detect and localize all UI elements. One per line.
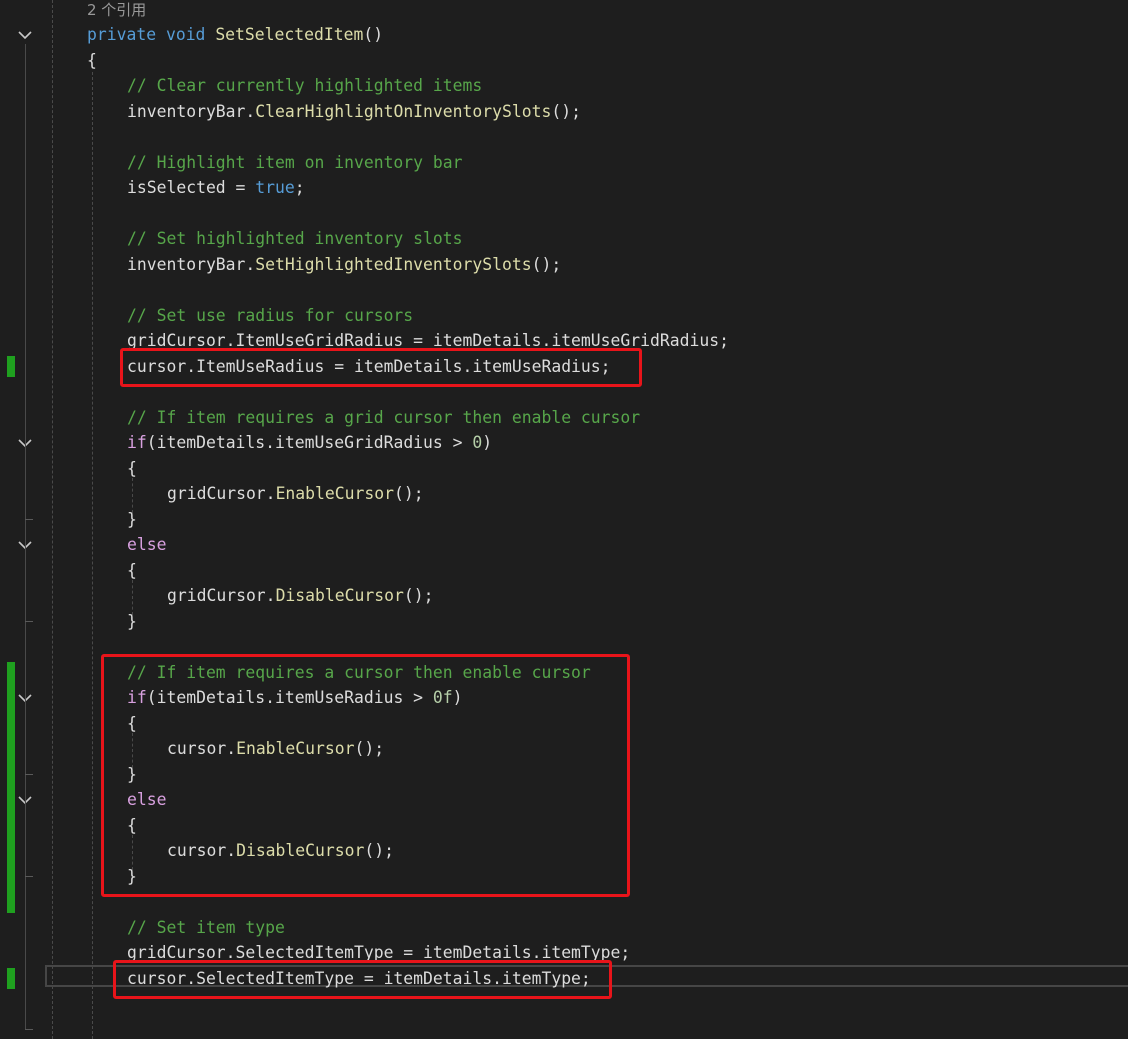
code-token: (); — [403, 586, 434, 605]
comment-token: // Highlight item on inventory bar — [127, 152, 463, 172]
code-token: { — [127, 560, 137, 580]
code-line: { — [127, 456, 137, 482]
code-line: private void SetSelectedItem() — [87, 22, 383, 48]
indent-guide — [52, 0, 53, 1039]
code-token: inventoryBar. — [127, 101, 256, 121]
code-token: isSelected = — [127, 178, 256, 197]
comment-token: // Set use radius for cursors — [127, 305, 414, 325]
code-line: else — [127, 532, 166, 558]
keyword-token: private — [87, 25, 157, 44]
method-token: ClearHighlightOnInventorySlots — [255, 101, 552, 121]
outline-line — [25, 809, 26, 876]
code-line: if(itemDetails.itemUseGridRadius > 0) — [127, 430, 492, 456]
code-token: gridCursor. — [167, 484, 276, 503]
chevron-down-icon[interactable] — [16, 27, 34, 43]
comment-token: // If item requires a grid cursor then e… — [127, 407, 641, 427]
code-line: } — [127, 507, 137, 533]
code-line: { — [87, 48, 97, 74]
code-token: (); — [531, 254, 562, 274]
code-token: (); — [551, 101, 581, 121]
comment-token: // Clear currently highlighted items — [127, 76, 483, 95]
outline-end — [25, 1028, 33, 1030]
code-line: inventoryBar.SetHighlightedInventorySlot… — [127, 252, 561, 278]
change-marker — [7, 355, 15, 377]
code-token: ; — [294, 178, 305, 197]
code-line: // Set item type — [127, 915, 285, 941]
outline-end — [25, 518, 33, 520]
codelens-references[interactable]: 2 个引用 — [87, 0, 146, 22]
change-marker — [7, 661, 15, 913]
code-line: // If item requires a grid cursor then e… — [127, 405, 640, 431]
method-token: SetSelectedItem — [215, 25, 364, 44]
keyword-token: true — [255, 178, 295, 197]
code-line: // Set highlighted inventory slots — [127, 226, 463, 252]
code-token: (itemDetails.itemUseGridRadius > — [146, 433, 473, 452]
code-token: (); — [393, 484, 424, 503]
outline-line — [25, 707, 26, 774]
code-line: } — [127, 609, 137, 635]
keyword-token: void — [165, 25, 206, 44]
comment-token: // Set item type — [127, 917, 285, 937]
outline-end — [25, 875, 33, 877]
code-line: // Clear currently highlighted items — [127, 73, 482, 99]
code-line: // Highlight item on inventory bar — [127, 150, 463, 176]
annotation-box — [101, 653, 630, 897]
code-line: inventoryBar.ClearHighlightOnInventorySl… — [127, 99, 581, 125]
annotation-box — [120, 347, 642, 387]
comment-token: // Set highlighted inventory slots — [127, 229, 463, 248]
outline-line — [25, 452, 26, 519]
editor-gutter — [0, 0, 60, 1039]
code-token: inventoryBar. — [127, 254, 256, 274]
code-line: { — [127, 558, 137, 584]
change-marker — [7, 967, 15, 989]
code-line: isSelected = true; — [127, 175, 305, 201]
outline-line — [25, 554, 26, 621]
control-keyword-token: else — [127, 535, 167, 554]
code-token: } — [127, 509, 137, 529]
code-editor[interactable]: 2 个引用 private void SetSelectedItem(){// C… — [0, 0, 1128, 1039]
code-token: { — [87, 50, 97, 70]
outline-line — [25, 44, 26, 1029]
code-token: () — [363, 25, 384, 44]
method-token: EnableCursor — [275, 484, 394, 503]
number-token: 0 — [472, 433, 483, 452]
code-line: gridCursor.DisableCursor(); — [167, 583, 433, 609]
method-token: DisableCursor — [275, 586, 404, 605]
code-line: gridCursor.EnableCursor(); — [167, 481, 424, 507]
code-token: { — [127, 458, 137, 478]
method-token: SetHighlightedInventorySlots — [255, 254, 532, 274]
code-token: gridCursor. — [167, 586, 276, 605]
code-token: } — [127, 611, 137, 631]
outline-end — [25, 620, 33, 622]
code-token: ) — [482, 433, 493, 452]
outline-end — [25, 773, 33, 775]
control-keyword-token: if — [127, 433, 147, 452]
annotation-box — [113, 959, 612, 999]
code-line: // Set use radius for cursors — [127, 303, 413, 329]
codelens-text: 2 个引用 — [87, 0, 147, 19]
indent-guide — [92, 71, 93, 1039]
